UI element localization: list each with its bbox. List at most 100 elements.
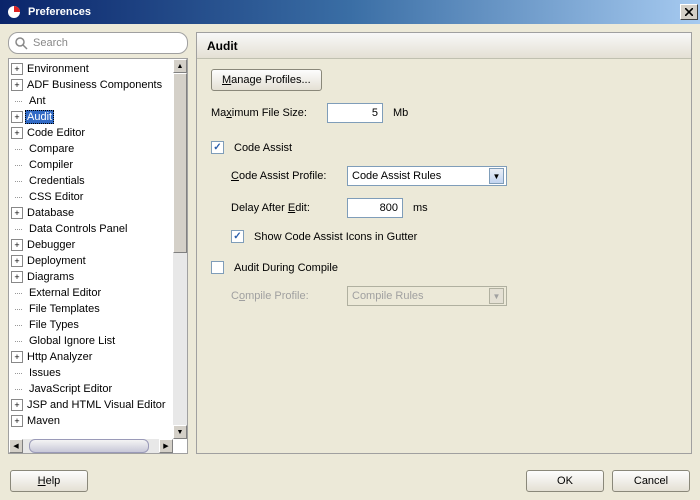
tree-item[interactable]: ····Data Controls Panel — [9, 221, 173, 237]
tree-item[interactable]: ····Issues — [9, 365, 173, 381]
tree-dots-icon: ···· — [11, 320, 25, 330]
tree-item-label: Http Analyzer — [25, 351, 94, 363]
settings-panel: Audit Manage Profiles... Maximum File Si… — [196, 32, 692, 454]
tree-item[interactable]: +Audit — [9, 109, 173, 125]
tree-dots-icon: ···· — [11, 160, 25, 170]
delay-after-edit-input[interactable] — [347, 198, 403, 218]
footer: Help OK Cancel — [0, 462, 700, 500]
tree-item-label: Code Editor — [25, 127, 87, 139]
close-button[interactable] — [680, 4, 698, 20]
manage-profiles-button[interactable]: Manage Profiles... — [211, 69, 322, 91]
tree-item[interactable]: +Diagrams — [9, 269, 173, 285]
max-file-size-unit: Mb — [393, 107, 408, 119]
tree-item-label: Database — [25, 207, 76, 219]
tree-item[interactable]: +Deployment — [9, 253, 173, 269]
tree-item-label: Issues — [27, 367, 63, 379]
max-file-size-label: Maximum File Size: — [211, 107, 321, 119]
max-file-size-input[interactable] — [327, 103, 383, 123]
tree-dots-icon: ···· — [11, 336, 25, 346]
tree-dots-icon: ···· — [11, 384, 25, 394]
expand-icon[interactable]: + — [11, 399, 23, 411]
tree-item-label: Data Controls Panel — [27, 223, 129, 235]
tree-dots-icon: ···· — [11, 144, 25, 154]
tree-vscrollbar[interactable]: ▲ ▼ — [173, 59, 187, 439]
panel-body: Manage Profiles... Maximum File Size: Mb… — [197, 59, 691, 316]
tree-item[interactable]: +JSP and HTML Visual Editor — [9, 397, 173, 413]
tree-item[interactable]: ····File Types — [9, 317, 173, 333]
expand-icon[interactable]: + — [11, 255, 23, 267]
tree-item[interactable]: ····Compare — [9, 141, 173, 157]
expand-icon[interactable]: + — [11, 79, 23, 91]
tree-item[interactable]: +Environment — [9, 61, 173, 77]
tree-item[interactable]: ····External Editor — [9, 285, 173, 301]
delay-after-edit-label: Delay After Edit: — [231, 202, 341, 214]
audit-during-compile-label: Audit During Compile — [234, 262, 338, 274]
tree-item-label: Ant — [27, 95, 48, 107]
chevron-down-icon: ▼ — [489, 288, 504, 304]
tree-item[interactable]: ····Global Ignore List — [9, 333, 173, 349]
tree-item-label: Audit — [25, 110, 54, 124]
chevron-down-icon: ▼ — [489, 168, 504, 184]
expand-icon[interactable]: + — [11, 63, 23, 75]
tree-item-label: File Templates — [27, 303, 102, 315]
tree-item[interactable]: ····Ant — [9, 93, 173, 109]
tree-item-label: Credentials — [27, 175, 87, 187]
code-assist-label: Code Assist — [234, 142, 292, 154]
tree-item-label: File Types — [27, 319, 81, 331]
code-assist-profile-label: Code Assist Profile: — [231, 170, 341, 182]
tree-item-label: Compiler — [27, 159, 75, 171]
expand-icon[interactable]: + — [11, 351, 23, 363]
tree-item[interactable]: +Debugger — [9, 237, 173, 253]
left-column: +Environment+ADF Business Components····… — [8, 32, 188, 454]
cancel-button[interactable]: Cancel — [612, 470, 690, 492]
tree-item[interactable]: ····Credentials — [9, 173, 173, 189]
ok-button[interactable]: OK — [526, 470, 604, 492]
tree-item[interactable]: ····File Templates — [9, 301, 173, 317]
compile-profile-select: Compile Rules ▼ — [347, 286, 507, 306]
expand-icon[interactable]: + — [11, 271, 23, 283]
show-icons-checkbox[interactable]: ✓ — [231, 230, 244, 243]
tree-item-label: CSS Editor — [27, 191, 85, 203]
tree-item-label: JavaScript Editor — [27, 383, 114, 395]
tree-dots-icon: ···· — [11, 224, 25, 234]
search-input[interactable] — [8, 32, 188, 54]
tree-item-label: JSP and HTML Visual Editor — [25, 399, 168, 411]
tree-item-label: Environment — [25, 63, 91, 75]
tree-dots-icon: ···· — [11, 176, 25, 186]
tree-item[interactable]: ····CSS Editor — [9, 189, 173, 205]
app-logo-icon — [6, 4, 22, 20]
expand-icon[interactable]: + — [11, 127, 23, 139]
tree-item-label: Diagrams — [25, 271, 76, 283]
tree-hscrollbar[interactable]: ◀ ▶ — [9, 439, 173, 453]
tree-item-label: Global Ignore List — [27, 335, 117, 347]
search-icon — [14, 36, 28, 50]
tree-item[interactable]: +Database — [9, 205, 173, 221]
window-title: Preferences — [28, 6, 680, 18]
compile-profile-label: Compile Profile: — [231, 290, 341, 302]
expand-icon[interactable]: + — [11, 207, 23, 219]
tree-item[interactable]: ····JavaScript Editor — [9, 381, 173, 397]
help-button[interactable]: Help — [10, 470, 88, 492]
tree-item[interactable]: ····Compiler — [9, 157, 173, 173]
category-tree: +Environment+ADF Business Components····… — [8, 58, 188, 454]
audit-during-compile-checkbox[interactable] — [211, 261, 224, 274]
expand-icon[interactable]: + — [11, 415, 23, 427]
tree-item[interactable]: +Http Analyzer — [9, 349, 173, 365]
tree-item[interactable]: +ADF Business Components — [9, 77, 173, 93]
expand-icon[interactable]: + — [11, 239, 23, 251]
code-assist-profile-select[interactable]: Code Assist Rules ▼ — [347, 166, 507, 186]
titlebar: Preferences — [0, 0, 700, 24]
tree-dots-icon: ···· — [11, 192, 25, 202]
panel-title: Audit — [197, 33, 691, 59]
tree-item-label: Compare — [27, 143, 76, 155]
tree-dots-icon: ···· — [11, 96, 25, 106]
tree-dots-icon: ···· — [11, 368, 25, 378]
show-icons-label: Show Code Assist Icons in Gutter — [254, 231, 417, 243]
expand-icon[interactable]: + — [11, 111, 23, 123]
tree-item[interactable]: +Code Editor — [9, 125, 173, 141]
tree-dots-icon: ···· — [11, 288, 25, 298]
body: +Environment+ADF Business Components····… — [0, 24, 700, 462]
tree-item[interactable]: +Maven — [9, 413, 173, 429]
code-assist-checkbox[interactable]: ✓ — [211, 141, 224, 154]
tree-item-label: Debugger — [25, 239, 77, 251]
